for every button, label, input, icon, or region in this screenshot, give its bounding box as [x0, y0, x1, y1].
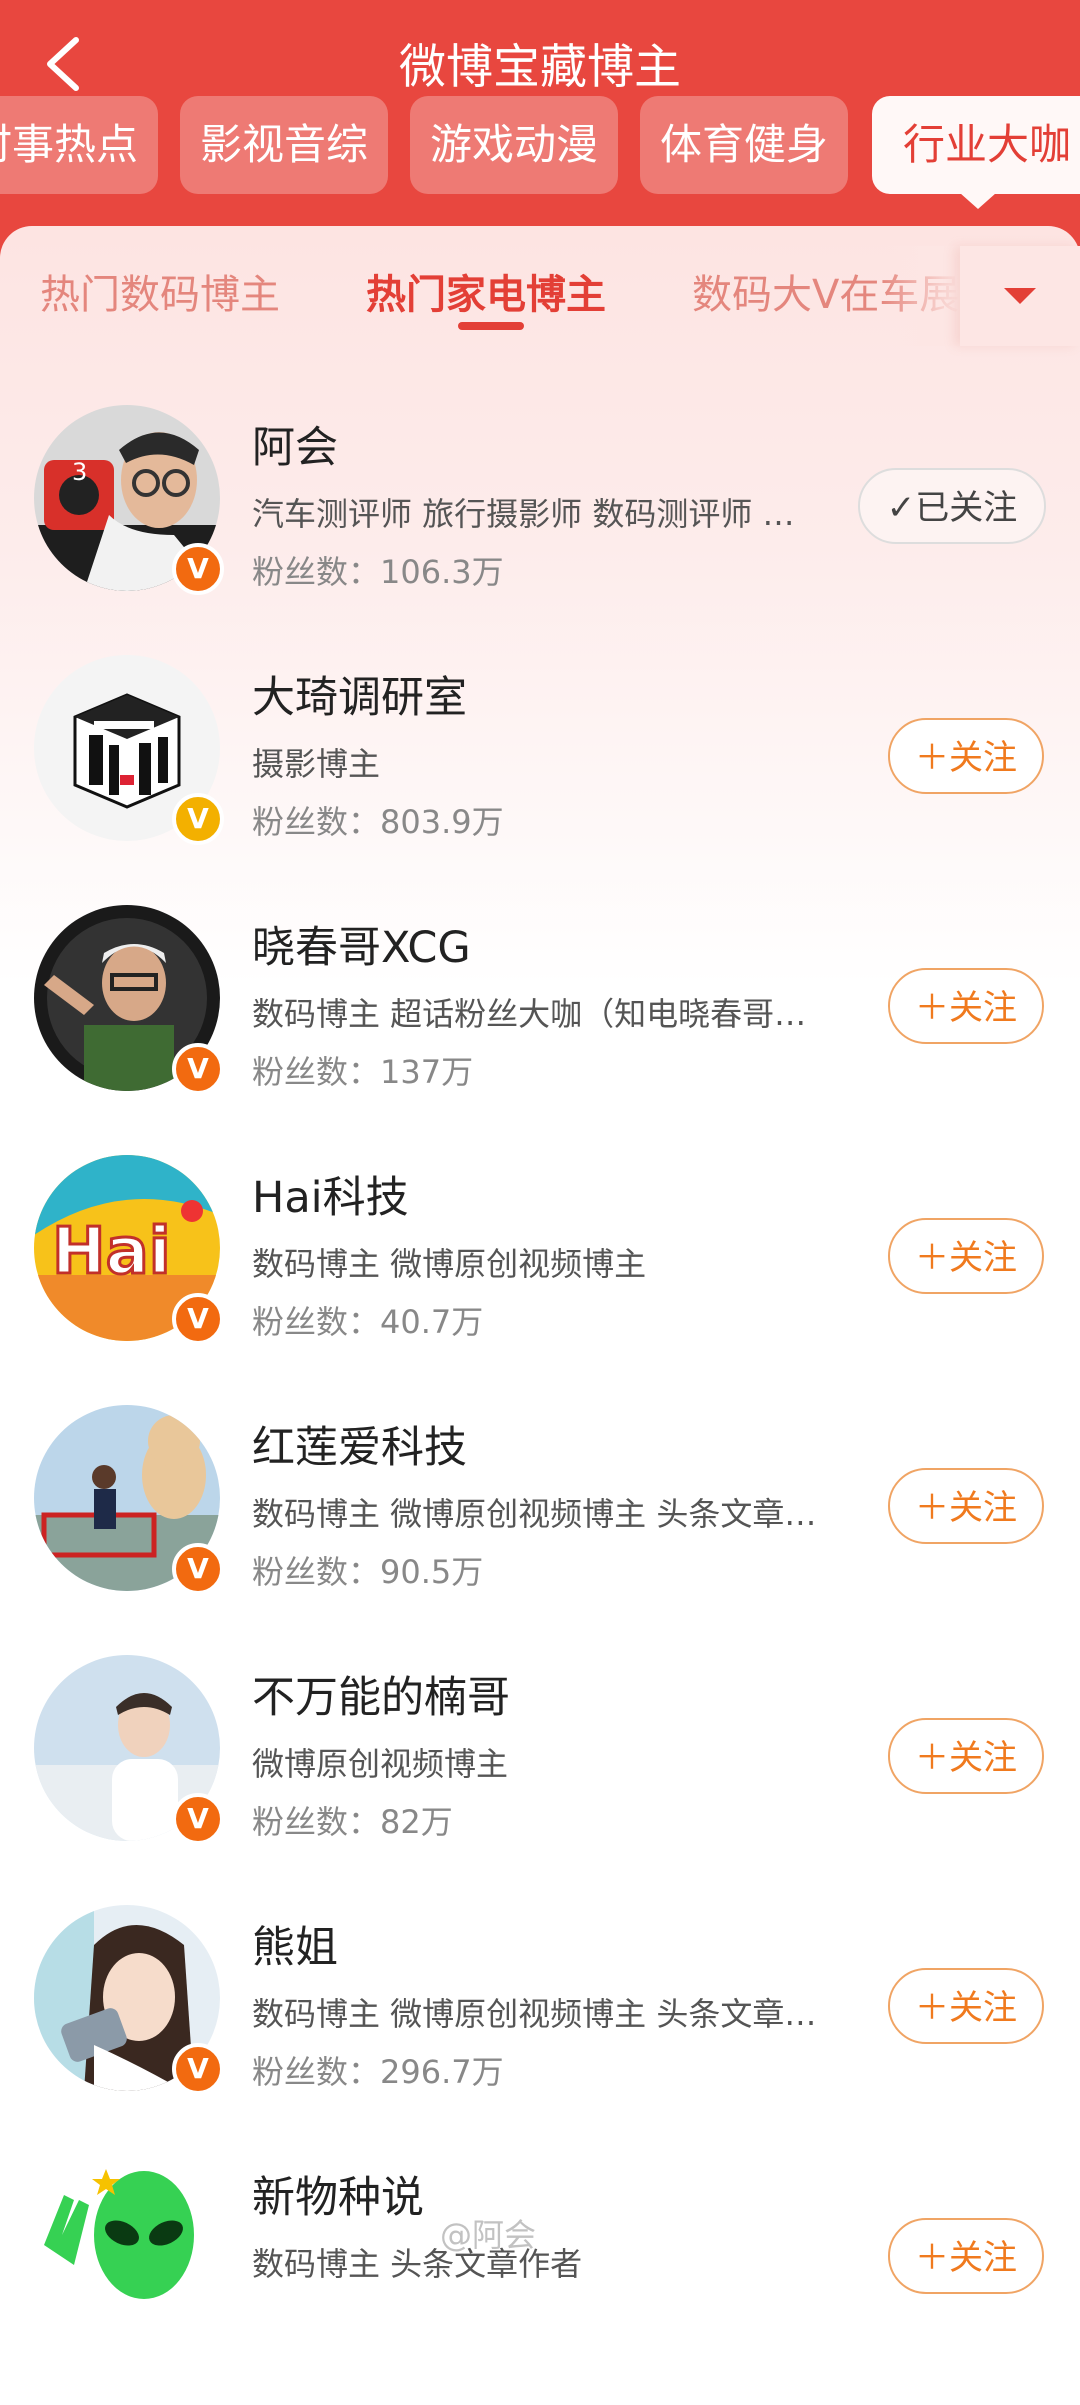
category-tab-industry[interactable]: 行业大咖 — [872, 96, 1080, 194]
blogger-list: 3 V 阿会 汽车测评师 旅行摄影师 数码测评师 … 粉丝数：106.3万 ✓已… — [0, 405, 1080, 2405]
list-item[interactable]: 新物种说 数码博主 头条文章作者 ＋关注 — [0, 2155, 1080, 2405]
follow-button[interactable]: ＋关注 — [888, 2218, 1044, 2294]
follow-button[interactable]: ＋关注 — [888, 718, 1044, 794]
svg-text:3: 3 — [72, 458, 87, 486]
watermark: @阿会 — [440, 2216, 537, 2254]
fans-count: 粉丝数：106.3万 — [252, 553, 504, 591]
list-item[interactable]: Hai V Hai科技 数码博主 微博原创视频博主 粉丝数：40.7万 ＋关注 — [0, 1155, 1080, 1405]
verified-badge-icon: V — [172, 1543, 224, 1595]
subtabs: 热门数码博主 热门家电博主 数码大V在车展 — [0, 226, 1080, 366]
blogger-name[interactable]: 不万能的楠哥 — [252, 1663, 510, 1725]
follow-label: 关注 — [949, 2238, 1017, 2278]
fans-count: 粉丝数：137万 — [252, 1053, 474, 1091]
blogger-name[interactable]: 阿会 — [252, 413, 338, 475]
svg-text:Hai: Hai — [52, 1215, 171, 1289]
list-item[interactable]: V 红莲爱科技 数码博主 微博原创视频博主 头条文章… 粉丝数：90.5万 ＋关… — [0, 1405, 1080, 1655]
verified-badge-icon: V — [172, 1293, 224, 1345]
follow-button[interactable]: ＋关注 — [888, 1968, 1044, 2044]
category-tab-sports[interactable]: 体育健身 — [640, 96, 848, 194]
follow-label: 关注 — [949, 1988, 1017, 2028]
list-item[interactable]: 3 V 阿会 汽车测评师 旅行摄影师 数码测评师 … 粉丝数：106.3万 ✓已… — [0, 405, 1080, 655]
avatar[interactable] — [34, 2155, 220, 2341]
plus-icon: ＋ — [915, 1488, 949, 1528]
subtab-fade — [880, 246, 960, 346]
fans-count: 粉丝数：82万 — [252, 1803, 453, 1841]
subtab-digital[interactable]: 热门数码博主 — [40, 260, 280, 330]
blogger-tags: 数码博主 微博原创视频博主 头条文章… — [252, 1995, 817, 2033]
fans-count: 粉丝数：90.5万 — [252, 1553, 484, 1591]
category-tab-film[interactable]: 影视音综 — [180, 96, 388, 194]
subtab-active-indicator — [458, 322, 524, 330]
fans-count: 粉丝数：40.7万 — [252, 1303, 484, 1341]
follow-label: 关注 — [949, 1488, 1017, 1528]
subtab-more-button[interactable] — [960, 246, 1080, 346]
follow-label: 关注 — [949, 1738, 1017, 1778]
follow-button[interactable]: ＋关注 — [888, 1468, 1044, 1544]
category-tab-games[interactable]: 游戏动漫 — [410, 96, 618, 194]
plus-icon: ＋ — [915, 988, 949, 1028]
fans-count: 粉丝数：803.9万 — [252, 803, 504, 841]
check-icon: ✓ — [886, 488, 916, 528]
follow-button[interactable]: ＋关注 — [888, 1218, 1044, 1294]
list-item[interactable]: V 晓春哥XCG 数码博主 超话粉丝大咖（知电晓春哥… 粉丝数：137万 ＋关注 — [0, 905, 1080, 1155]
blogger-tags: 数码博主 超话粉丝大咖（知电晓春哥… — [252, 995, 807, 1033]
list-item[interactable]: V 大琦调研室 摄影博主 粉丝数：803.9万 ＋关注 — [0, 655, 1080, 905]
category-tab-news[interactable]: 时事热点 — [0, 96, 158, 194]
blogger-name[interactable]: 红莲爱科技 — [252, 1413, 467, 1475]
list-item[interactable]: V 不万能的楠哥 微博原创视频博主 粉丝数：82万 ＋关注 — [0, 1655, 1080, 1905]
verified-badge-icon: V — [172, 793, 224, 845]
follow-label: 已关注 — [915, 488, 1018, 528]
follow-button[interactable]: ＋关注 — [888, 1718, 1044, 1794]
verified-badge-icon: V — [172, 1793, 224, 1845]
plus-icon: ＋ — [915, 1738, 949, 1778]
blogger-name[interactable]: Hai科技 — [252, 1163, 409, 1225]
verified-badge-icon: V — [172, 543, 224, 595]
blogger-name[interactable]: 晓春哥XCG — [252, 913, 471, 975]
active-category-pointer — [960, 193, 996, 209]
followed-button[interactable]: ✓已关注 — [858, 468, 1046, 544]
plus-icon: ＋ — [915, 738, 949, 778]
follow-button[interactable]: ＋关注 — [888, 968, 1044, 1044]
follow-label: 关注 — [949, 1238, 1017, 1278]
verified-badge-icon: V — [172, 1043, 224, 1095]
blogger-tags: 数码博主 微博原创视频博主 头条文章… — [252, 1495, 817, 1533]
blogger-name[interactable]: 熊姐 — [252, 1913, 338, 1975]
blogger-name[interactable]: 新物种说 — [252, 2163, 424, 2225]
blogger-tags: 汽车测评师 旅行摄影师 数码测评师 … — [252, 495, 795, 533]
follow-label: 关注 — [949, 988, 1017, 1028]
triangle-down-icon — [1004, 288, 1036, 304]
blogger-name[interactable]: 大琦调研室 — [252, 663, 467, 725]
fans-count: 粉丝数：296.7万 — [252, 2053, 504, 2091]
list-item[interactable]: V 熊姐 数码博主 微博原创视频博主 头条文章… 粉丝数：296.7万 ＋关注 — [0, 1905, 1080, 2155]
verified-badge-icon: V — [172, 2043, 224, 2095]
blogger-tags: 微博原创视频博主 — [252, 1745, 509, 1783]
page-title: 微博宝藏博主 — [399, 40, 681, 95]
subtab-appliance[interactable]: 热门家电博主 — [366, 260, 606, 330]
blogger-tags: 数码博主 微博原创视频博主 — [252, 1245, 647, 1283]
follow-label: 关注 — [949, 738, 1017, 778]
plus-icon: ＋ — [915, 1238, 949, 1278]
category-tabs: 时事热点 影视音综 游戏动漫 体育健身 行业大咖 — [0, 96, 1080, 196]
plus-icon: ＋ — [915, 1988, 949, 2028]
blogger-tags: 数码博主 头条文章作者 — [252, 2245, 583, 2283]
plus-icon: ＋ — [915, 2238, 949, 2278]
blogger-tags: 摄影博主 — [252, 745, 381, 783]
